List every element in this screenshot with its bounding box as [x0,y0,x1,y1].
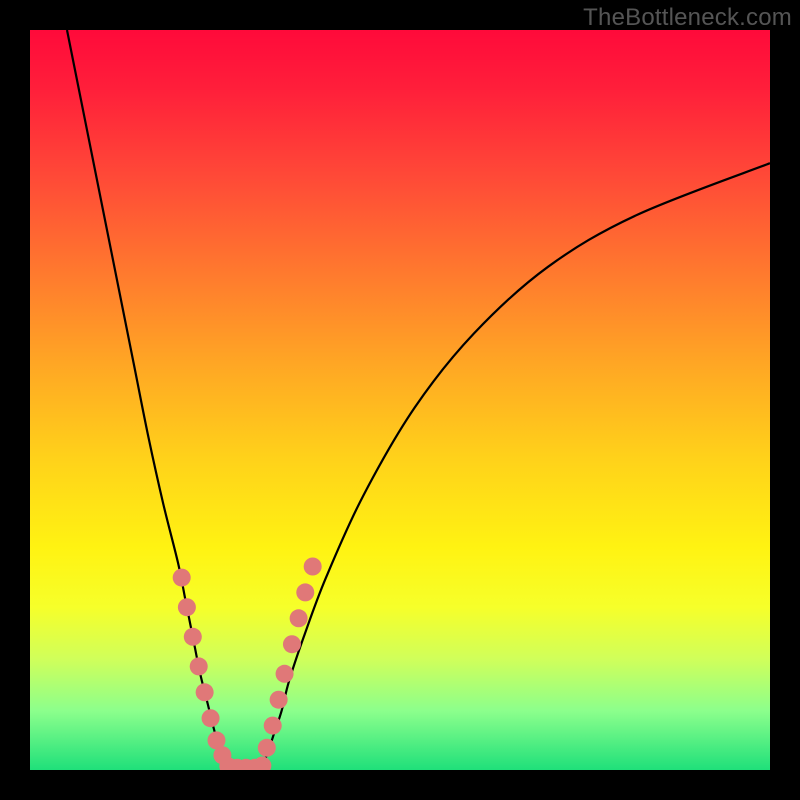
marker-dot [190,657,208,675]
curve-layer [30,30,770,770]
marker-dot [196,683,214,701]
marker-dot [202,709,220,727]
watermark-text: TheBottleneck.com [583,4,792,32]
markers-valley [219,757,271,770]
marker-dot [264,717,282,735]
left-curve [67,30,230,770]
right-curve [259,163,770,770]
marker-dot [253,757,271,770]
chart-frame: TheBottleneck.com [0,0,800,800]
marker-dot [283,635,301,653]
marker-dot [296,583,314,601]
markers-right-arm [258,558,322,757]
markers-left-arm [173,569,232,765]
marker-dot [304,558,322,576]
marker-dot [290,609,308,627]
marker-dot [276,665,294,683]
marker-dot [173,569,191,587]
marker-dot [258,739,276,757]
marker-dot [178,598,196,616]
marker-dot [270,691,288,709]
marker-dot [184,628,202,646]
plot-area [30,30,770,770]
